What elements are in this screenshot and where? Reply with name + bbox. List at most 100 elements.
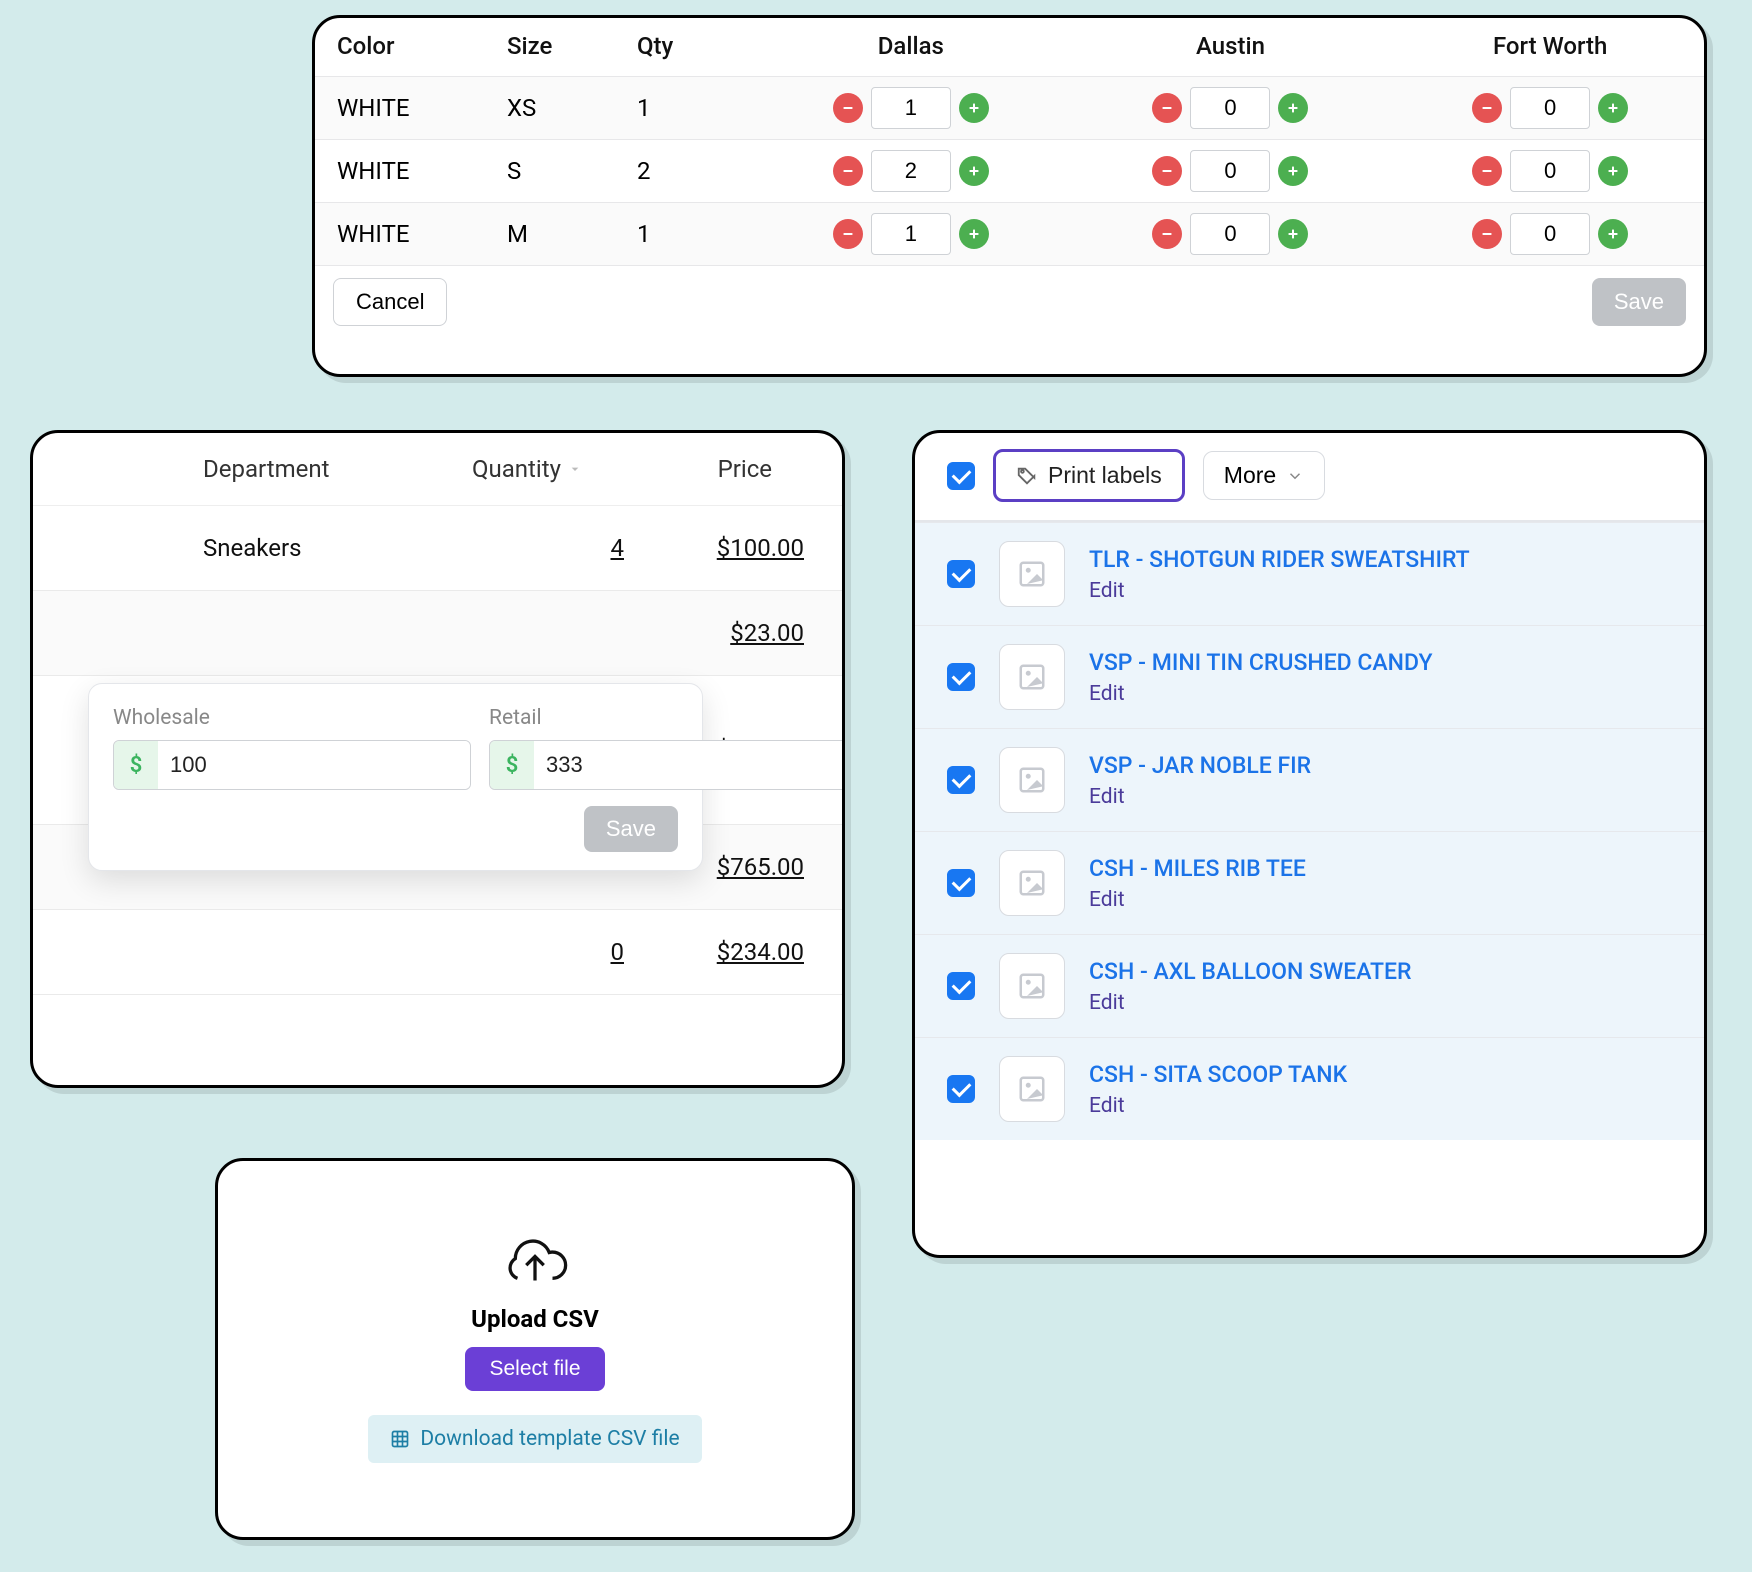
- edit-link[interactable]: Edit: [1089, 579, 1470, 603]
- minus-icon: [1159, 226, 1175, 242]
- row2-price[interactable]: $23.00: [624, 619, 804, 647]
- row-checkbox[interactable]: [947, 972, 975, 1000]
- select-file-button[interactable]: Select file: [465, 1347, 604, 1391]
- col-quantity-sort[interactable]: Quantity: [472, 455, 632, 483]
- edit-link[interactable]: Edit: [1089, 1094, 1347, 1118]
- edit-link[interactable]: Edit: [1089, 888, 1306, 912]
- cell-qty: 2: [615, 140, 745, 203]
- row5-price[interactable]: $234.00: [624, 938, 804, 966]
- tag-icon: [1016, 465, 1038, 487]
- row5-qty[interactable]: 0: [504, 938, 624, 966]
- price-row-5[interactable]: 0 $234.00: [33, 910, 842, 995]
- price-row-2[interactable]: $23.00: [33, 591, 842, 676]
- quantity-stepper: [1472, 87, 1628, 129]
- product-title[interactable]: VSP - JAR NOBLE FIR: [1089, 752, 1311, 779]
- image-placeholder-icon: [1017, 662, 1047, 692]
- increment-button[interactable]: [959, 219, 989, 249]
- quantity-input[interactable]: [1190, 150, 1270, 192]
- minus-icon: [1479, 226, 1495, 242]
- product-row[interactable]: VSP - MINI TIN CRUSHED CANDY Edit: [915, 625, 1704, 728]
- decrement-button[interactable]: [833, 219, 863, 249]
- increment-button[interactable]: [1278, 93, 1308, 123]
- allocation-row: WHITE S 2: [315, 140, 1704, 203]
- plus-icon: [1605, 100, 1621, 116]
- product-thumbnail: [999, 953, 1065, 1019]
- plus-icon: [966, 100, 982, 116]
- increment-button[interactable]: [1598, 156, 1628, 186]
- increment-button[interactable]: [959, 156, 989, 186]
- quantity-stepper: [1152, 213, 1308, 255]
- quantity-input[interactable]: [1190, 87, 1270, 129]
- image-placeholder-icon: [1017, 1074, 1047, 1104]
- cloud-upload-icon: [500, 1235, 570, 1291]
- decrement-button[interactable]: [1152, 219, 1182, 249]
- price-row-1[interactable]: Sneakers 4 $100.00: [33, 506, 842, 591]
- decrement-button[interactable]: [1152, 156, 1182, 186]
- plus-icon: [1285, 100, 1301, 116]
- decrement-button[interactable]: [1472, 93, 1502, 123]
- print-labels-button[interactable]: Print labels: [993, 449, 1185, 502]
- increment-button[interactable]: [1598, 93, 1628, 123]
- row-checkbox[interactable]: [947, 766, 975, 794]
- product-row[interactable]: CSH - SITA SCOOP TANK Edit: [915, 1037, 1704, 1140]
- cancel-button[interactable]: Cancel: [333, 278, 447, 326]
- save-button[interactable]: Save: [1592, 278, 1686, 326]
- download-template-link[interactable]: Download template CSV file: [368, 1415, 701, 1463]
- increment-button[interactable]: [1598, 219, 1628, 249]
- select-all-checkbox[interactable]: [947, 462, 975, 490]
- quantity-input[interactable]: [1510, 87, 1590, 129]
- increment-button[interactable]: [959, 93, 989, 123]
- wholesale-input[interactable]: [158, 741, 470, 789]
- row-checkbox[interactable]: [947, 663, 975, 691]
- cell-color: WHITE: [315, 140, 485, 203]
- quantity-stepper: [833, 87, 989, 129]
- product-row[interactable]: CSH - AXL BALLOON SWEATER Edit: [915, 934, 1704, 1037]
- col-qty: Qty: [615, 18, 745, 77]
- decrement-button[interactable]: [833, 156, 863, 186]
- quantity-input[interactable]: [871, 87, 951, 129]
- product-row[interactable]: VSP - JAR NOBLE FIR Edit: [915, 728, 1704, 831]
- image-placeholder-icon: [1017, 765, 1047, 795]
- product-thumbnail: [999, 1056, 1065, 1122]
- cell-color: WHITE: [315, 203, 485, 266]
- edit-link[interactable]: Edit: [1089, 682, 1433, 706]
- decrement-button[interactable]: [1152, 93, 1182, 123]
- product-row[interactable]: CSH - MILES RIB TEE Edit: [915, 831, 1704, 934]
- upload-csv-card: Upload CSV Select file Download template…: [215, 1158, 855, 1540]
- edit-link[interactable]: Edit: [1089, 785, 1311, 809]
- increment-button[interactable]: [1278, 156, 1308, 186]
- retail-input[interactable]: [534, 741, 845, 789]
- plus-icon: [1285, 226, 1301, 242]
- quantity-input[interactable]: [1190, 213, 1270, 255]
- more-label: More: [1224, 462, 1276, 489]
- product-row[interactable]: TLR - SHOTGUN RIDER SWEATSHIRT Edit: [915, 522, 1704, 625]
- more-button[interactable]: More: [1203, 451, 1325, 500]
- row-checkbox[interactable]: [947, 869, 975, 897]
- popover-save-button[interactable]: Save: [584, 806, 678, 852]
- row1-price[interactable]: $100.00: [624, 534, 804, 562]
- product-title[interactable]: CSH - MILES RIB TEE: [1089, 855, 1306, 882]
- row1-qty[interactable]: 4: [504, 534, 624, 562]
- increment-button[interactable]: [1278, 219, 1308, 249]
- quantity-input[interactable]: [1510, 150, 1590, 192]
- chevron-down-icon: [1286, 467, 1304, 485]
- decrement-button[interactable]: [1472, 219, 1502, 249]
- quantity-input[interactable]: [871, 150, 951, 192]
- image-placeholder-icon: [1017, 559, 1047, 589]
- quantity-input[interactable]: [1510, 213, 1590, 255]
- upload-heading: Upload CSV: [471, 1305, 599, 1333]
- row1-name: Sneakers: [203, 534, 504, 562]
- quantity-stepper: [833, 213, 989, 255]
- quantity-input[interactable]: [871, 213, 951, 255]
- col-quantity-label: Quantity: [472, 455, 561, 483]
- row-checkbox[interactable]: [947, 560, 975, 588]
- decrement-button[interactable]: [1472, 156, 1502, 186]
- product-title[interactable]: TLR - SHOTGUN RIDER SWEATSHIRT: [1089, 546, 1470, 573]
- row-checkbox[interactable]: [947, 1075, 975, 1103]
- product-title[interactable]: CSH - SITA SCOOP TANK: [1089, 1061, 1347, 1088]
- decrement-button[interactable]: [833, 93, 863, 123]
- product-title[interactable]: CSH - AXL BALLOON SWEATER: [1089, 958, 1412, 985]
- plus-icon: [1605, 226, 1621, 242]
- edit-link[interactable]: Edit: [1089, 991, 1412, 1015]
- product-title[interactable]: VSP - MINI TIN CRUSHED CANDY: [1089, 649, 1433, 676]
